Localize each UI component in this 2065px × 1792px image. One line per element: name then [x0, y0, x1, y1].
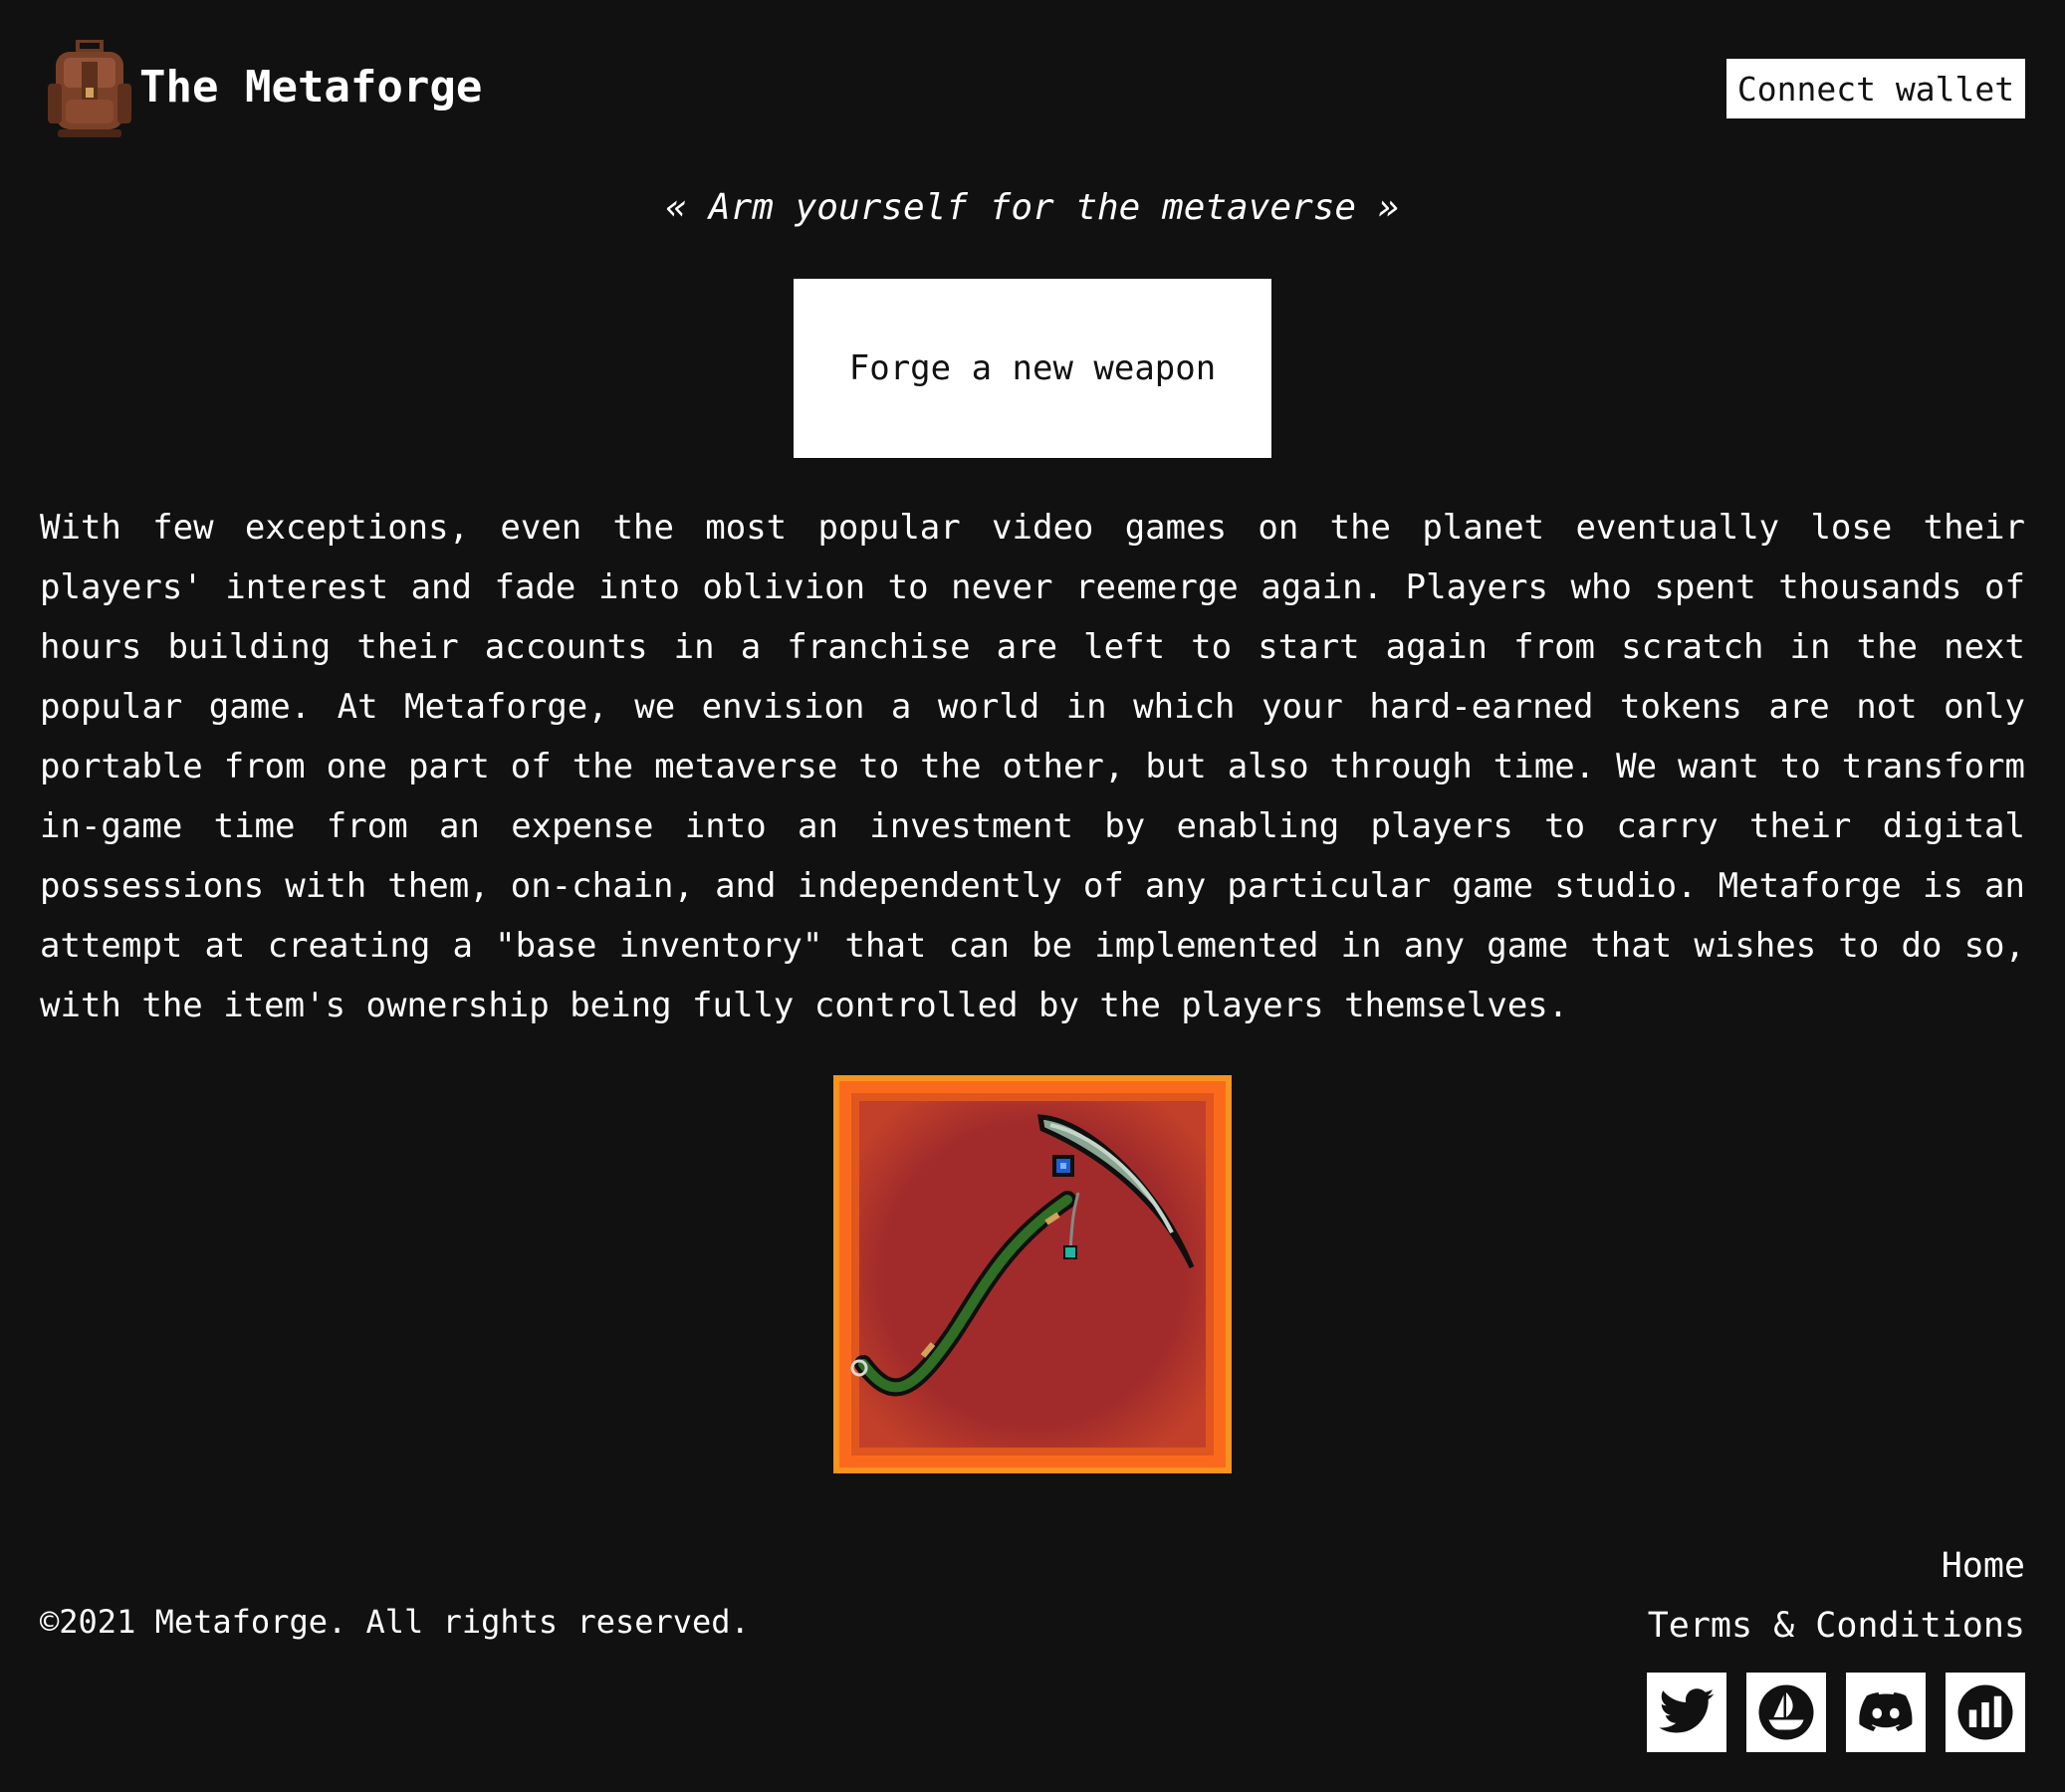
footer-nav: Home Terms & Conditions: [1648, 1536, 2025, 1656]
discord-button[interactable]: [1846, 1673, 1926, 1752]
leather-backpack-icon[interactable]: [46, 40, 133, 139]
site-title[interactable]: The Metaforge: [139, 62, 482, 112]
opensea-icon: [1758, 1684, 1814, 1740]
opensea-button[interactable]: [1746, 1673, 1826, 1752]
discord-icon: [1859, 1692, 1913, 1731]
terms-link[interactable]: Terms & Conditions: [1648, 1596, 2025, 1656]
twitter-icon: [1659, 1688, 1715, 1733]
site-header: The Metaforge Connect wallet: [0, 0, 2065, 179]
analytics-icon: [1957, 1684, 2013, 1740]
intro-paragraph: With few exceptions, even the most popul…: [40, 508, 2025, 1025]
home-link[interactable]: Home: [1648, 1536, 2025, 1596]
pickaxe-weapon-icon: [833, 1075, 1232, 1473]
twitter-button[interactable]: [1647, 1673, 1726, 1752]
connect-wallet-button[interactable]: Connect wallet: [1726, 59, 2025, 118]
tagline: « Arm yourself for the metaverse »: [665, 187, 1400, 228]
forge-weapon-button[interactable]: Forge a new weapon: [794, 279, 1271, 458]
social-links: [1647, 1673, 2025, 1752]
copyright-text: ©2021 Metaforge. All rights reserved.: [40, 1603, 750, 1641]
analytics-button[interactable]: [1946, 1673, 2025, 1752]
